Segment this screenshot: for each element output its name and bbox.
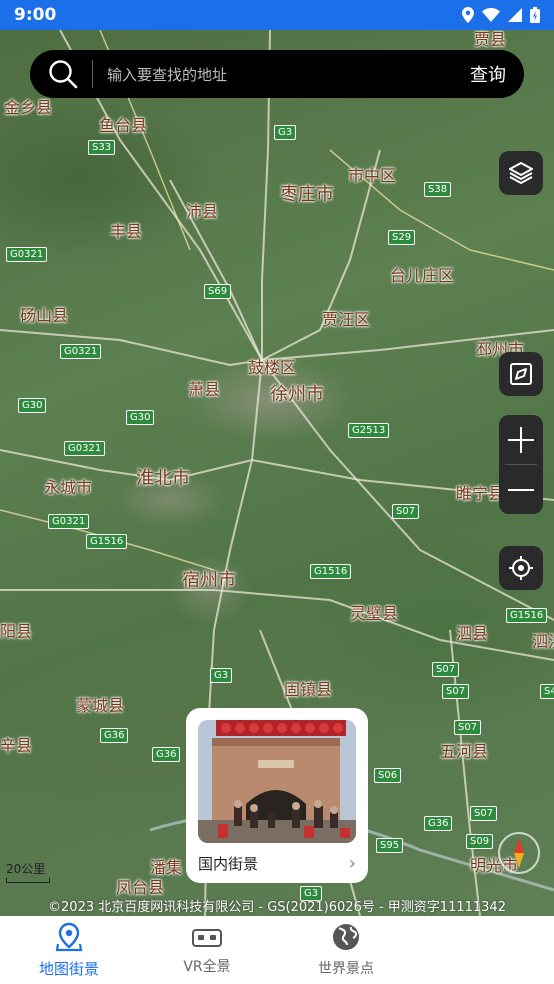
road-shield: S38 (424, 182, 452, 197)
place-label[interactable]: 贾汪区 (322, 306, 370, 330)
minus-icon (508, 488, 534, 491)
road-shield: S07 (392, 504, 420, 519)
search-divider (92, 60, 93, 88)
road-shield: G36 (100, 728, 129, 743)
map-copyright: ©2023 北京百度网讯科技有限公司 - GS(2021)6026号 - 甲测资… (48, 900, 506, 915)
road-shield: G0321 (6, 247, 48, 262)
road-shield: G1516 (506, 608, 548, 623)
search-icon[interactable] (48, 59, 78, 89)
street-view-card[interactable]: 国内街景 › (186, 708, 368, 883)
street-view-thumbnail[interactable] (198, 720, 356, 843)
layers-icon (509, 162, 533, 184)
road-shield: S69 (204, 284, 232, 299)
place-label[interactable]: 泗县 (456, 620, 488, 644)
place-label[interactable]: 沛县 (186, 198, 218, 222)
compass-icon (514, 838, 524, 868)
place-label[interactable]: 砀山县 (20, 302, 68, 326)
place-label[interactable]: 徐州市 (270, 380, 324, 406)
vr-glasses-icon (192, 929, 222, 947)
road-shield: G30 (126, 410, 155, 425)
scale-label: 20公里 (6, 862, 46, 876)
scale-bar (6, 878, 50, 883)
place-label[interactable]: 宿州市 (182, 566, 236, 592)
locate-icon (509, 556, 533, 580)
my-location-button[interactable] (499, 546, 543, 590)
place-label[interactable]: 睢宁县 (456, 480, 504, 504)
card-title: 国内街景 (198, 854, 259, 873)
tab-world-attractions[interactable]: 世界景点 (276, 916, 416, 984)
place-label[interactable]: 萧县 (188, 376, 220, 400)
place-label[interactable]: 五河县 (440, 738, 488, 762)
road-shield: G3 (210, 668, 233, 683)
tab-vr-panorama[interactable]: VR全景 (138, 916, 276, 984)
status-bar: 9:00 (0, 0, 554, 30)
place-label[interactable]: 台儿庄区 (390, 262, 454, 286)
road-shield: G30 (18, 398, 47, 413)
orientation-button[interactable] (499, 352, 543, 396)
road-shield: S07 (442, 684, 470, 699)
road-shield: S95 (376, 838, 404, 853)
place-label[interactable]: 泗洪 (532, 628, 554, 652)
status-time: 9:00 (14, 5, 57, 25)
place-label[interactable]: 鱼台县 (99, 112, 147, 136)
wifi-icon (482, 8, 500, 22)
place-label[interactable]: 潘集 (150, 854, 182, 878)
place-label[interactable]: 金乡县 (4, 94, 52, 118)
zoom-out-button[interactable] (499, 465, 543, 514)
road-shield: S07 (454, 720, 482, 735)
road-shield: S4 (540, 684, 554, 699)
place-label[interactable]: 市中区 (348, 162, 396, 186)
location-icon (462, 7, 474, 23)
search-bar[interactable]: 输入要查找的地址 查询 (30, 50, 524, 98)
layers-button[interactable] (499, 151, 543, 195)
place-label[interactable]: 丰县 (110, 218, 142, 242)
place-label[interactable]: 淮北市 (136, 464, 190, 490)
road-shield: G0321 (48, 514, 90, 529)
map-scale: 20公里 (6, 860, 50, 883)
road-shield: G1516 (310, 564, 352, 579)
plus-icon (508, 426, 534, 453)
road-shield: G1516 (86, 534, 128, 549)
place-label[interactable]: 鼓楼区 (248, 354, 296, 378)
road-shield: G0321 (64, 441, 106, 456)
road-shield: S07 (470, 806, 498, 821)
road-shield: S09 (466, 834, 494, 849)
road-shield: G2513 (348, 423, 390, 438)
card-footer[interactable]: 国内街景 › (198, 843, 356, 883)
map-pin-icon (55, 922, 83, 951)
place-label[interactable]: 阳县 (0, 618, 32, 642)
place-label[interactable]: 固镇县 (284, 676, 332, 700)
battery-icon (530, 7, 540, 23)
city-gate-image (198, 720, 356, 843)
place-label[interactable]: 辛县 (0, 732, 32, 756)
road-shield: S29 (388, 230, 416, 245)
road-shield: S06 (374, 768, 402, 783)
zoom-controls (499, 415, 543, 514)
compass-needle-icon (510, 363, 532, 385)
tab-label: 世界景点 (318, 961, 374, 977)
tab-label: VR全景 (183, 959, 231, 975)
tab-map-street-view[interactable]: 地图街景 (0, 916, 138, 984)
place-label[interactable]: 枣庄市 (280, 180, 334, 206)
status-icons (462, 7, 540, 23)
road-shield: G36 (152, 747, 181, 762)
tab-label: 地图街景 (38, 959, 99, 978)
search-input[interactable]: 输入要查找的地址 (107, 64, 470, 85)
search-submit-button[interactable]: 查询 (470, 61, 506, 87)
map-compass[interactable] (498, 832, 540, 874)
place-label[interactable]: 永城市 (44, 474, 92, 498)
chevron-right-icon: › (348, 852, 356, 874)
zoom-in-button[interactable] (499, 415, 543, 464)
road-shield: S33 (88, 140, 116, 155)
place-label[interactable]: 蒙城县 (76, 692, 124, 716)
road-shield: G0321 (60, 344, 102, 359)
place-label[interactable]: 灵璧县 (350, 600, 398, 624)
bottom-tab-bar: 地图街景 VR全景 世界景点 (0, 916, 554, 984)
road-shield: G3 (274, 125, 297, 140)
place-label[interactable]: 贾县 (474, 30, 506, 50)
globe-icon (333, 924, 359, 950)
road-shield: S07 (432, 662, 460, 677)
signal-icon (508, 8, 522, 22)
road-shield: G36 (424, 816, 453, 831)
